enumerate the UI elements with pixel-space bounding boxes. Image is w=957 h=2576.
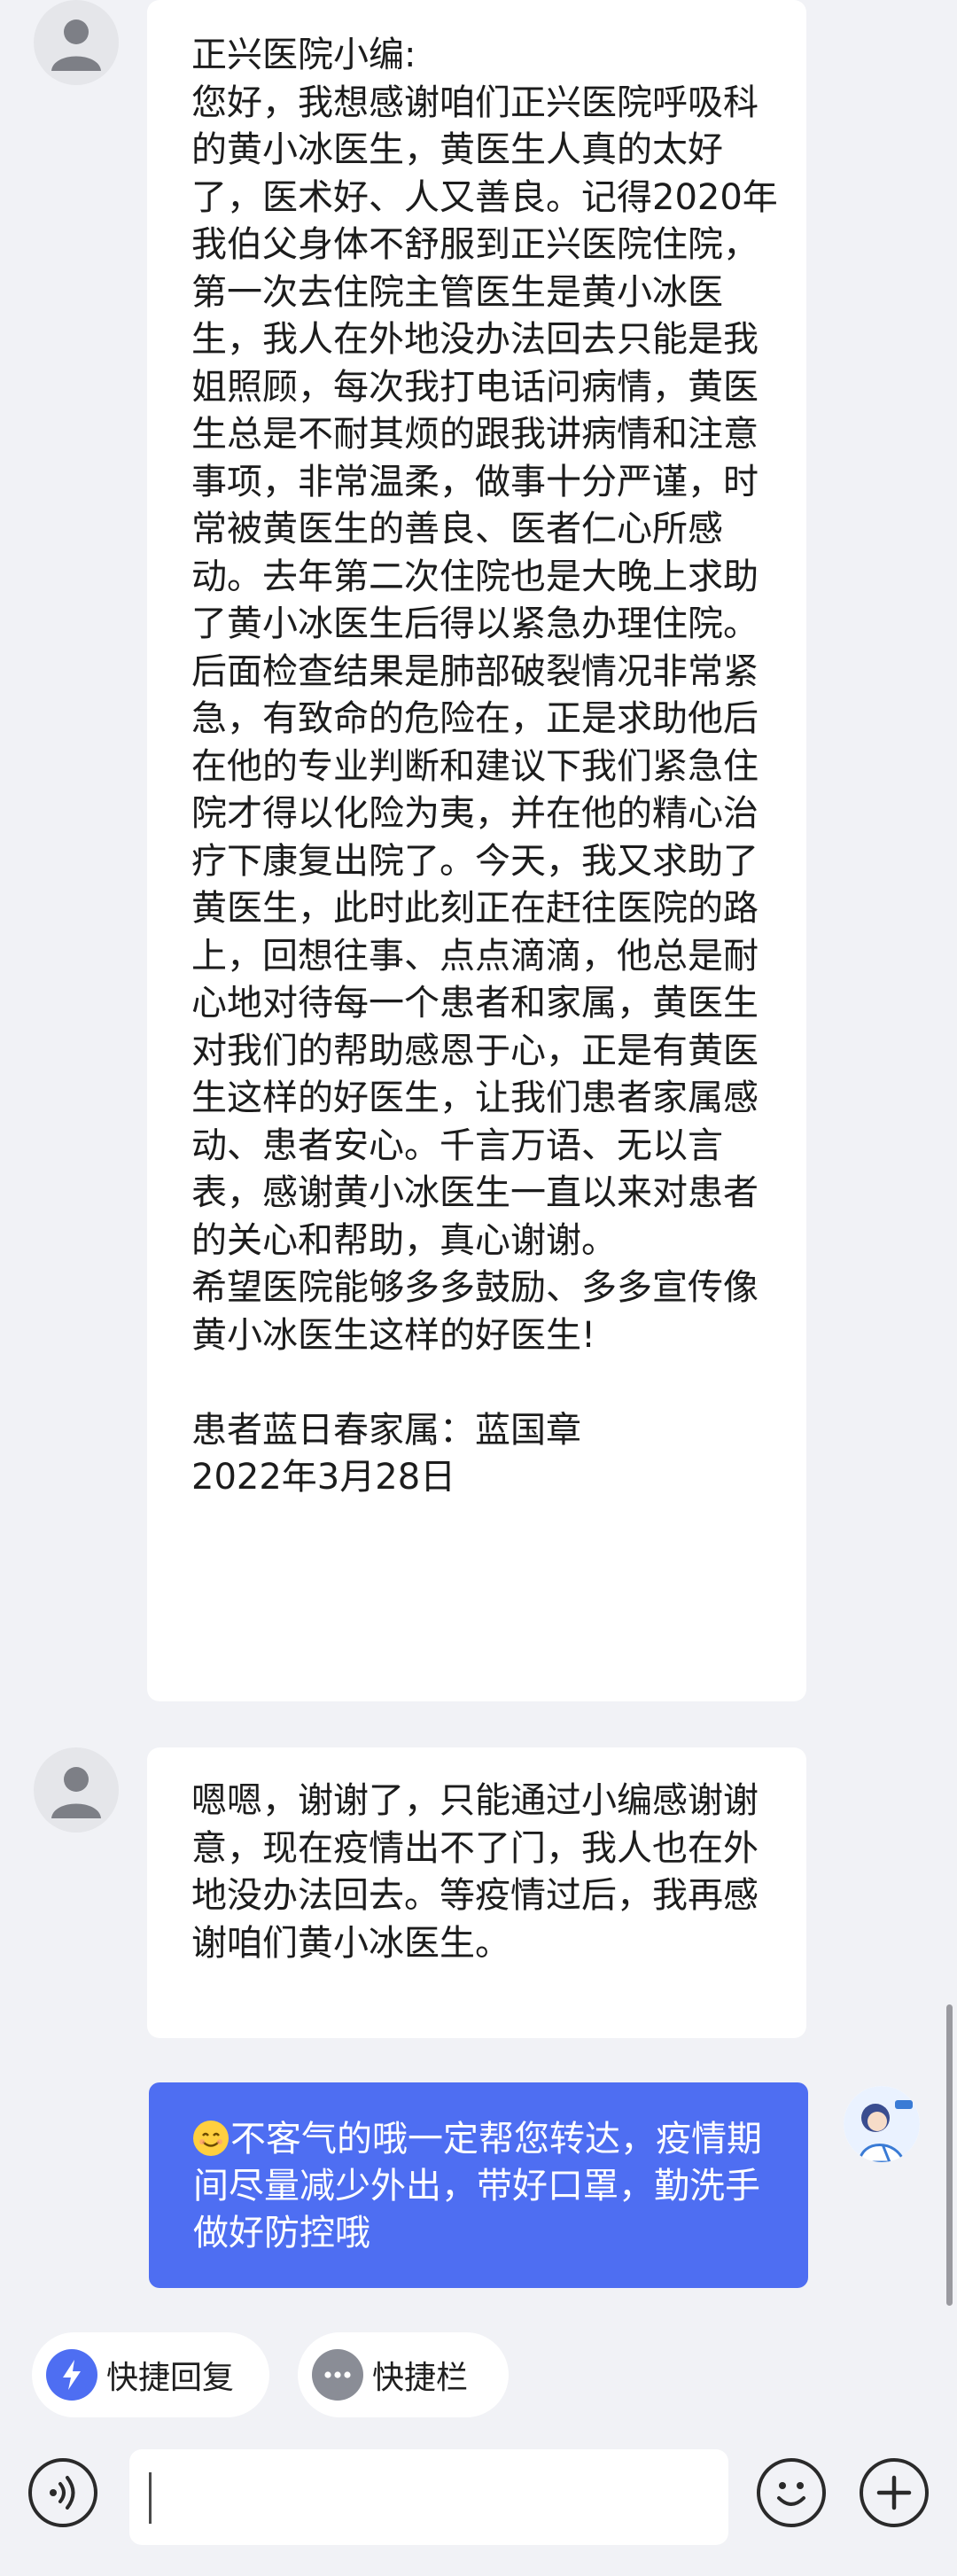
message-input[interactable]: [129, 2449, 728, 2545]
text-cursor: [149, 2472, 152, 2524]
message-bubble-user: 正兴医院小编: 您好，我想感谢咱们正兴医院呼吸科的黄小冰医生，黄医生人真的太好了…: [147, 0, 806, 1701]
message-bubble-agent: 不客气的哦一定帮您转达，疫情期间尽量减少外出，带好口罩，勤洗手做好防控哦: [149, 2082, 808, 2288]
user-avatar[interactable]: [34, 0, 119, 85]
voice-input-button[interactable]: [28, 2458, 97, 2527]
user-avatar[interactable]: [34, 1747, 119, 1833]
quick-bar-button[interactable]: 快捷栏: [298, 2332, 509, 2417]
smiling-face-icon: [193, 2121, 229, 2156]
smiley-icon: [777, 2482, 805, 2506]
quick-reply-label: 快捷回复: [106, 2360, 235, 2396]
person-icon: [51, 1767, 101, 1818]
add-button[interactable]: [860, 2458, 929, 2527]
scrollbar[interactable]: [946, 2004, 953, 2306]
quick-bar-label: 快捷栏: [372, 2360, 469, 2396]
more-dots-icon: [312, 2349, 363, 2401]
lightning-icon: [46, 2349, 97, 2401]
agent-message-text: 不客气的哦一定帮您转达，疫情期间尽量减少外出，带好口罩，勤洗手做好防控哦: [193, 2119, 762, 2253]
plus-icon: [876, 2475, 912, 2510]
message-bubble-user: 嗯嗯，谢谢了，只能通过小编感谢谢意，现在疫情出不了门，我人也在外地没办法回去。等…: [147, 1747, 806, 2038]
doctor-mascot-icon: [844, 2086, 920, 2162]
emoji-button[interactable]: [757, 2458, 826, 2527]
sound-wave-icon: [50, 2476, 75, 2510]
quick-reply-button[interactable]: 快捷回复: [32, 2332, 269, 2417]
agent-avatar[interactable]: [844, 2086, 920, 2162]
person-icon: [51, 19, 101, 71]
